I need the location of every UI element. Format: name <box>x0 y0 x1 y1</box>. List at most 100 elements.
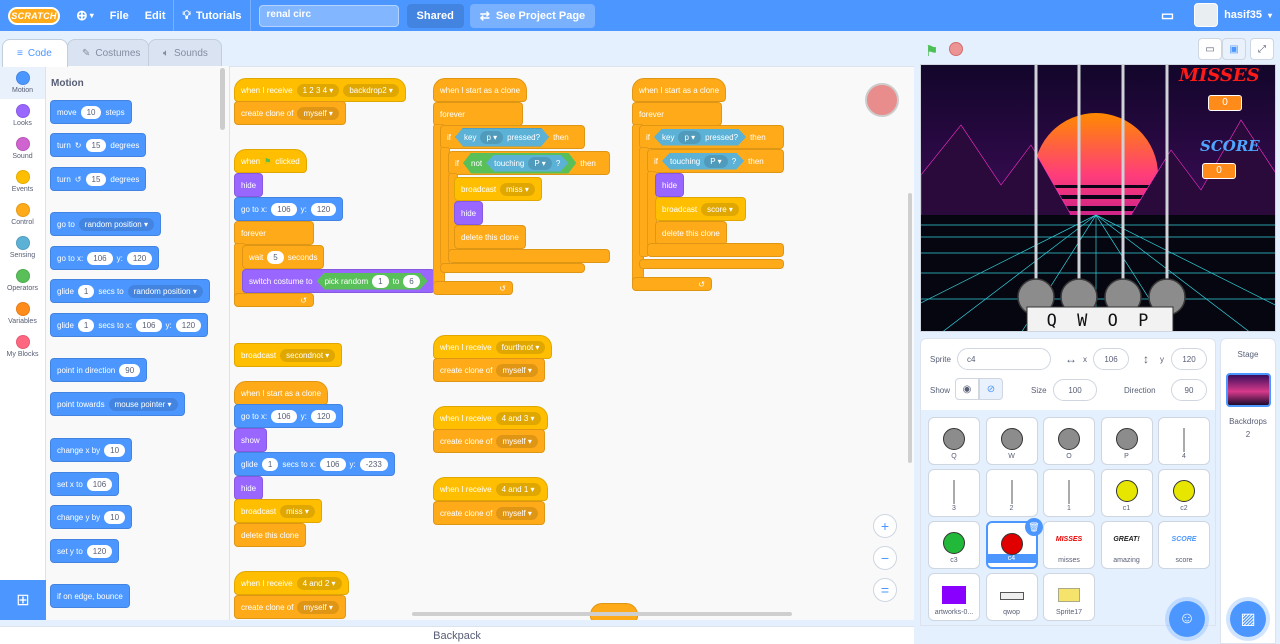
degrees-input[interactable]: 15 <box>85 138 107 152</box>
category-variables[interactable]: Variables <box>0 297 45 330</box>
target-dropdown[interactable]: random position <box>127 284 203 298</box>
script-horizontal-scrollbar[interactable] <box>412 612 792 616</box>
switch-costume-block[interactable]: switch costume to pick random 1 to 6 <box>242 269 435 293</box>
when-receive-block[interactable]: when I receive 4 and 3 <box>433 406 548 430</box>
hide-block[interactable]: hide <box>454 201 484 225</box>
forever-block[interactable]: forever <box>433 102 523 126</box>
value-input[interactable]: 10 <box>104 443 126 457</box>
delete-clone-block[interactable]: delete this clone <box>454 225 526 249</box>
glide-xy-block[interactable]: glide 1 secs to x: 106 y: -233 <box>234 452 395 476</box>
when-flag-clicked-block[interactable]: when ⚑ clicked <box>234 149 307 173</box>
edit-menu[interactable]: Edit <box>137 0 174 31</box>
random-to-input[interactable]: 6 <box>403 275 419 288</box>
pick-random-reporter[interactable]: pick random 1 to 6 <box>317 273 428 290</box>
small-stage-button[interactable]: ▭ <box>1198 38 1222 60</box>
x-input[interactable]: 106 <box>87 251 113 265</box>
category-looks[interactable]: Looks <box>0 99 45 132</box>
y-input[interactable]: 120 <box>310 409 337 423</box>
when-receive-block[interactable]: when I receive fourthnot <box>433 335 553 359</box>
broadcast-block[interactable]: broadcast score <box>655 197 746 221</box>
key-pressed-reporter[interactable]: keyp pressed? <box>455 128 549 147</box>
tutorials-button[interactable]: 💡︎ Tutorials <box>174 0 249 31</box>
sprite-tile-c3[interactable]: c3 <box>928 521 980 569</box>
delete-clone-block[interactable]: delete this clone <box>234 523 306 547</box>
sprite-tile-q[interactable]: Q <box>928 417 980 465</box>
bounce-block[interactable]: if on edge, bounce <box>50 584 130 608</box>
sprite-tile-4[interactable]: 4 <box>1158 417 1210 465</box>
message-dropdown[interactable]: 4 and 3 <box>495 411 541 425</box>
if-block[interactable]: if keyp pressed? then <box>440 125 585 149</box>
y-input[interactable]: 120 <box>310 202 337 216</box>
direction-input[interactable]: 90 <box>1171 379 1207 401</box>
hide-block[interactable]: hide <box>655 173 685 197</box>
zoom-reset-button[interactable]: = <box>873 578 897 602</box>
forever-block[interactable]: forever <box>234 221 314 245</box>
message-dropdown[interactable]: 1 2 3 4 <box>296 83 340 97</box>
tab-sounds[interactable]: 🔈︎ Sounds <box>148 39 222 67</box>
chevron-down-icon[interactable]: ▾ <box>1268 11 1272 20</box>
glide-xy-block[interactable]: glide 1 secs to x: 106 y: 120 <box>50 313 209 337</box>
sprite-tile-2[interactable]: 2 <box>985 469 1038 517</box>
language-button[interactable]: ⊕ ▾ <box>68 0 102 31</box>
script-area[interactable]: when I receive1 2 3 4backdrop2 create cl… <box>230 66 914 620</box>
file-menu[interactable]: File <box>102 0 137 31</box>
degrees-input[interactable]: 15 <box>85 172 107 186</box>
when-start-clone-block[interactable]: when I start as a clone <box>632 78 727 102</box>
x-input[interactable]: 106 <box>320 457 346 471</box>
avatar[interactable] <box>1194 3 1219 27</box>
key-dropdown[interactable]: p <box>480 131 503 144</box>
y-input[interactable]: 120 <box>126 251 153 265</box>
x-input[interactable]: 106 <box>271 409 297 423</box>
value-input[interactable]: 10 <box>104 510 126 524</box>
when-receive-block[interactable]: when I receive 4 and 2 <box>234 571 349 595</box>
broadcast-block[interactable]: broadcast miss <box>454 177 542 201</box>
secs-input[interactable]: 1 <box>77 284 95 298</box>
project-title-input[interactable]: renal circ <box>258 4 399 27</box>
category-my-blocks[interactable]: My Blocks <box>0 330 45 363</box>
target-dropdown[interactable]: mouse pointer <box>108 397 178 411</box>
tab-costumes[interactable]: ✎ Costumes <box>67 39 149 67</box>
if-block[interactable]: if keyp pressed? then <box>639 125 784 149</box>
sprite-tile-1[interactable]: 1 <box>1043 469 1095 517</box>
message-dropdown[interactable]: 4 and 2 <box>296 576 342 590</box>
category-motion[interactable]: Motion <box>0 66 45 99</box>
point-direction-block[interactable]: point in direction 90 <box>50 358 148 382</box>
key-dropdown[interactable]: p <box>678 131 701 144</box>
goto-xy-block[interactable]: go to x: 106 y: 120 <box>234 404 344 428</box>
stop-icon[interactable] <box>949 42 963 56</box>
large-stage-button[interactable]: ▣ <box>1222 38 1246 60</box>
y-input[interactable]: 120 <box>1171 348 1207 370</box>
goto-block[interactable]: go to random position <box>50 212 161 236</box>
create-clone-block[interactable]: create clone of myself <box>234 101 346 125</box>
create-clone-block[interactable]: create clone of myself <box>433 501 545 525</box>
sprite-tile-sprite17[interactable]: Sprite17 <box>1043 573 1095 621</box>
seconds-input[interactable]: 5 <box>267 250 284 264</box>
sprite-dropdown[interactable]: P <box>704 155 727 168</box>
value-input[interactable]: 120 <box>86 544 113 558</box>
not-reporter[interactable]: nottouchingP? <box>463 153 576 174</box>
sprite-tile-3[interactable]: 3 <box>928 469 980 517</box>
size-input[interactable]: 100 <box>1053 379 1097 401</box>
message-dropdown[interactable]: secondnot <box>280 348 336 362</box>
choose-backdrop-button[interactable]: ▨ <box>1230 601 1266 637</box>
message-dropdown[interactable]: score <box>701 202 739 216</box>
message-dropdown[interactable]: fourthnot <box>495 340 546 354</box>
show-hidden-button[interactable]: ⊘ <box>979 378 1003 400</box>
clone-dropdown[interactable]: myself <box>496 506 538 520</box>
turn-left-block[interactable]: turn ↺ 15 degrees <box>50 167 147 191</box>
goto-xy-block[interactable]: go to x: 106 y: 120 <box>50 246 160 270</box>
move-block[interactable]: move 10 steps <box>50 100 132 124</box>
when-receive-block[interactable]: when I receive1 2 3 4backdrop2 <box>234 78 406 102</box>
show-visible-button[interactable]: ◉ <box>955 378 979 400</box>
touching-reporter[interactable]: touchingP? <box>662 153 744 170</box>
goto-xy-block[interactable]: go to x: 106 y: 120 <box>234 197 344 221</box>
delete-clone-block[interactable]: delete this clone <box>655 221 727 245</box>
secs-input[interactable]: 1 <box>261 457 279 471</box>
choose-sprite-button[interactable]: ☺ <box>1169 601 1205 637</box>
value-input[interactable]: 106 <box>86 477 113 491</box>
sprite-tile-amazing[interactable]: GREAT! amazing <box>1100 521 1153 569</box>
zoom-in-button[interactable]: + <box>873 514 897 538</box>
clone-dropdown[interactable]: myself <box>496 434 538 448</box>
direction-input[interactable]: 90 <box>119 363 141 377</box>
when-receive-block[interactable]: when I receive 4 and 1 <box>433 477 548 501</box>
